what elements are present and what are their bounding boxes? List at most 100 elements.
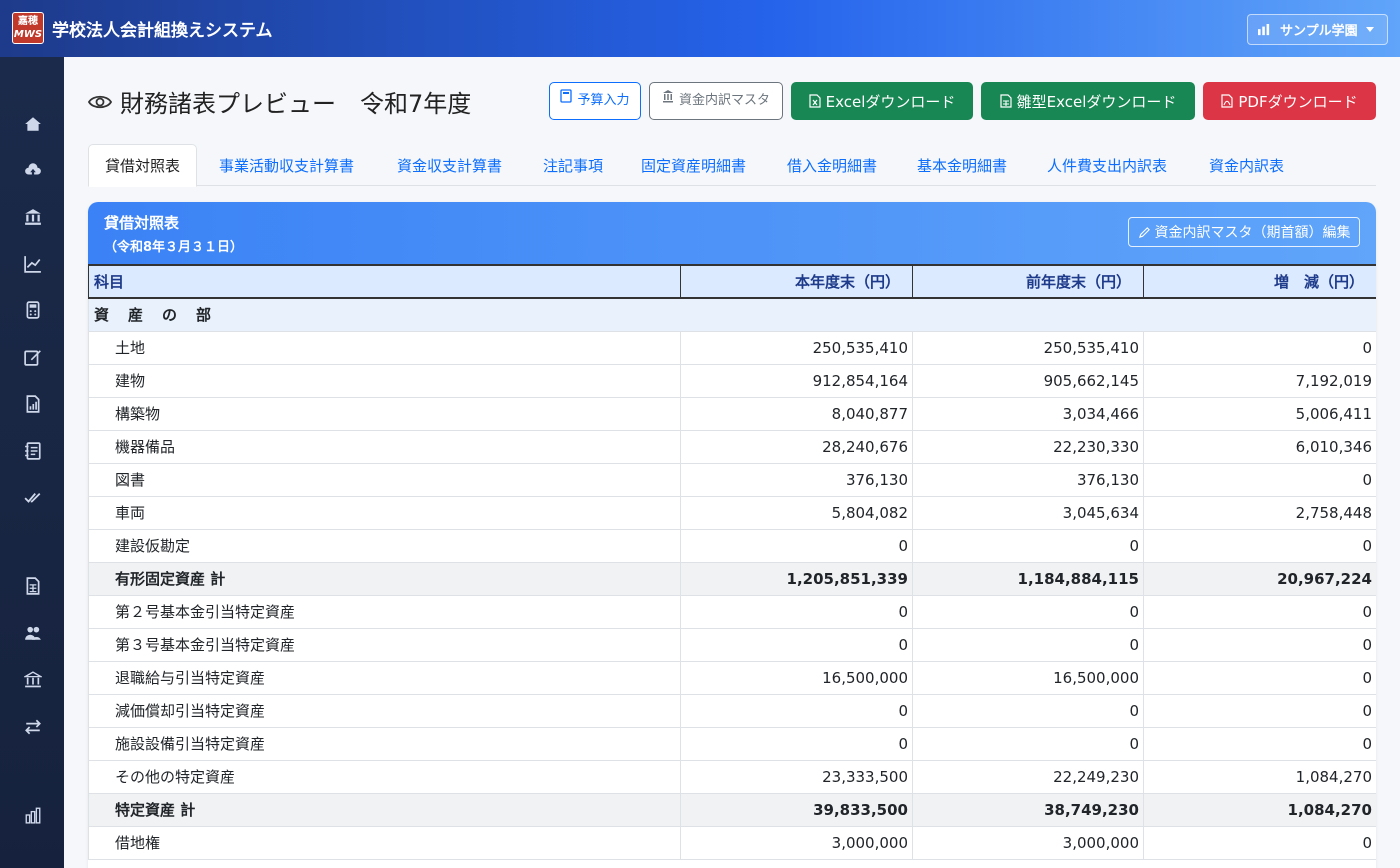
difference-cell: 1,084,270 — [1143, 792, 1376, 827]
sidebar-people-icon[interactable] — [22, 622, 44, 644]
current-year-cell: 250,535,410 — [680, 330, 913, 365]
difference-cell: 0 — [1143, 693, 1376, 728]
difference-cell: 0 — [1143, 627, 1376, 662]
sidebar-file-chart-icon[interactable] — [22, 393, 44, 415]
previous-year-cell: 250,535,410 — [912, 330, 1144, 365]
difference-cell: 5,006,411 — [1143, 396, 1376, 431]
current-year-cell: 3,000,000 — [680, 825, 913, 860]
sidebar-cloud-upload-icon[interactable] — [22, 159, 44, 181]
sidebar-file-spreadsheet-icon[interactable] — [22, 575, 44, 597]
previous-year-cell: 0 — [912, 594, 1144, 629]
budget-input-button[interactable]: 予算入力 — [549, 82, 641, 120]
tab-basic-fund[interactable]: 基本金明細書 — [917, 144, 1007, 186]
sidebar-home-icon[interactable] — [22, 113, 44, 135]
app-title[interactable]: 学校法人会計組換えシステム — [52, 16, 273, 41]
section-label: 資 産 の 部 — [88, 297, 1376, 332]
tab-notes[interactable]: 注記事項 — [543, 144, 603, 186]
table-row: 退職給与引当特定資産 16,500,000 16,500,000 0 — [88, 660, 1376, 695]
tab-fund-breakdown[interactable]: 資金内訳表 — [1209, 144, 1284, 186]
table-row: その他の特定資産 23,333,500 22,249,230 1,084,270 — [88, 759, 1376, 794]
table-row: 建物 912,854,164 905,662,145 7,192,019 — [88, 363, 1376, 398]
subtotal-row: 特定資産 計 39,833,500 38,749,230 1,084,270 — [88, 792, 1376, 827]
table-row: 第２号基本金引当特定資産 0 0 0 — [88, 594, 1376, 629]
pdf-download-label: PDFダウンロード — [1238, 92, 1358, 111]
difference-cell: 0 — [1143, 594, 1376, 629]
pdf-download-button[interactable]: PDFダウンロード — [1203, 82, 1376, 120]
table-row: 施設設備引当特定資産 0 0 0 — [88, 726, 1376, 761]
budget-input-label: 予算入力 — [577, 93, 630, 108]
tab-cashflow-statement[interactable]: 資金収支計算書 — [397, 144, 502, 186]
previous-year-cell: 3,034,466 — [912, 396, 1144, 431]
balance-sheet-card: 貸借対照表 （令和8年３月３１日） 資金内訳マスタ（期首額）編集 科目 本年度末… — [88, 202, 1376, 868]
current-year-cell: 0 — [680, 726, 913, 761]
previous-year-cell: 16,500,000 — [912, 660, 1144, 695]
header-difference: 増 減（円） — [1143, 264, 1376, 299]
current-year-cell: 5,804,082 — [680, 495, 913, 530]
tab-fixed-assets[interactable]: 固定資産明細書 — [641, 144, 746, 186]
difference-cell: 0 — [1143, 462, 1376, 497]
top-navbar: 嘉穂 MWS 学校法人会計組換えシステム サンプル学園 — [0, 0, 1400, 57]
difference-cell: 0 — [1143, 528, 1376, 563]
fund-master-label: 資金内訳マスタ — [678, 93, 770, 108]
account-cell: 有形固定資産 計 — [88, 561, 681, 596]
account-cell: 借地権 — [88, 825, 681, 860]
page-title-text: 財務諸表プレビュー 令和7年度 — [120, 90, 472, 118]
table-row: 図書 376,130 376,130 0 — [88, 462, 1376, 497]
calculator-icon — [560, 89, 573, 103]
previous-year-cell: 0 — [912, 528, 1144, 563]
building-icon — [1258, 23, 1270, 35]
sidebar-bank-icon[interactable] — [22, 206, 44, 228]
sidebar-calculator-icon[interactable] — [22, 299, 44, 321]
page-title: 財務諸表プレビュー 令和7年度 — [88, 84, 471, 119]
sidebar-arrow-left-right-icon[interactable] — [22, 716, 44, 738]
fund-master-button[interactable]: 資金内訳マスタ — [649, 82, 783, 120]
account-cell: 建物 — [88, 363, 681, 398]
pencil-icon — [1138, 226, 1150, 238]
account-cell: 機器備品 — [88, 429, 681, 464]
sidebar-journal-icon[interactable] — [22, 440, 44, 462]
difference-cell: 1,084,270 — [1143, 759, 1376, 794]
difference-cell: 20,967,224 — [1143, 561, 1376, 596]
table-header-row: 科目 本年度末（円） 前年度末（円） 増 減（円） — [88, 264, 1376, 299]
tab-activity-statement[interactable]: 事業活動収支計算書 — [219, 144, 354, 186]
current-year-cell: 39,833,500 — [680, 792, 913, 827]
current-year-cell: 0 — [680, 627, 913, 662]
difference-cell: 7,192,019 — [1143, 363, 1376, 398]
current-year-cell: 8,040,877 — [680, 396, 913, 431]
statement-tabs: 貸借対照表 事業活動収支計算書 資金収支計算書 注記事項 固定資産明細書 借入金… — [88, 144, 1376, 187]
sidebar-building-graph-icon[interactable] — [22, 804, 44, 826]
card-header: 貸借対照表 （令和8年３月３１日） 資金内訳マスタ（期首額）編集 — [88, 202, 1376, 264]
current-year-cell: 0 — [680, 594, 913, 629]
template-excel-download-label: 雛型Excelダウンロード — [1016, 92, 1177, 111]
table-row: 構築物 8,040,877 3,034,466 5,006,411 — [88, 396, 1376, 431]
account-cell: 車両 — [88, 495, 681, 530]
org-selector-dropdown[interactable]: サンプル学園 — [1247, 14, 1388, 45]
balance-sheet-table: 科目 本年度末（円） 前年度末（円） 増 減（円） 資 産 の 部 土地 250,… — [88, 264, 1376, 860]
previous-year-cell: 22,249,230 — [912, 759, 1144, 794]
chevron-down-icon — [1365, 27, 1374, 32]
excel-download-button[interactable]: Excelダウンロード — [791, 82, 973, 120]
app-logo[interactable]: 嘉穂 MWS — [12, 12, 44, 44]
sidebar-check-all-icon[interactable] — [22, 486, 44, 508]
tab-balance-sheet[interactable]: 貸借対照表 — [88, 144, 198, 187]
sidebar-graph-up-icon[interactable] — [22, 253, 44, 275]
account-cell: 第３号基本金引当特定資産 — [88, 627, 681, 662]
table-row: 機器備品 28,240,676 22,230,330 6,010,346 — [88, 429, 1376, 464]
edit-fund-master-button[interactable]: 資金内訳マスタ（期首額）編集 — [1128, 217, 1360, 247]
org-selector-label: サンプル学園 — [1280, 24, 1358, 39]
tab-personnel-expenses[interactable]: 人件費支出内訳表 — [1047, 144, 1167, 186]
difference-cell: 2,758,448 — [1143, 495, 1376, 530]
card-subtitle: （令和8年３月３１日） — [104, 240, 244, 255]
eye-icon — [88, 95, 112, 108]
sidebar-pencil-square-icon[interactable] — [22, 346, 44, 368]
tab-borrowings[interactable]: 借入金明細書 — [787, 144, 877, 186]
previous-year-cell: 0 — [912, 726, 1144, 761]
previous-year-cell: 3,000,000 — [912, 825, 1144, 860]
table-row: 建設仮勘定 0 0 0 — [88, 528, 1376, 563]
current-year-cell: 23,333,500 — [680, 759, 913, 794]
current-year-cell: 28,240,676 — [680, 429, 913, 464]
template-excel-download-button[interactable]: 雛型Excelダウンロード — [981, 82, 1195, 120]
bank-icon — [662, 90, 673, 103]
account-cell: 特定資産 計 — [88, 792, 681, 827]
sidebar-bank-icon-2[interactable] — [22, 669, 44, 691]
